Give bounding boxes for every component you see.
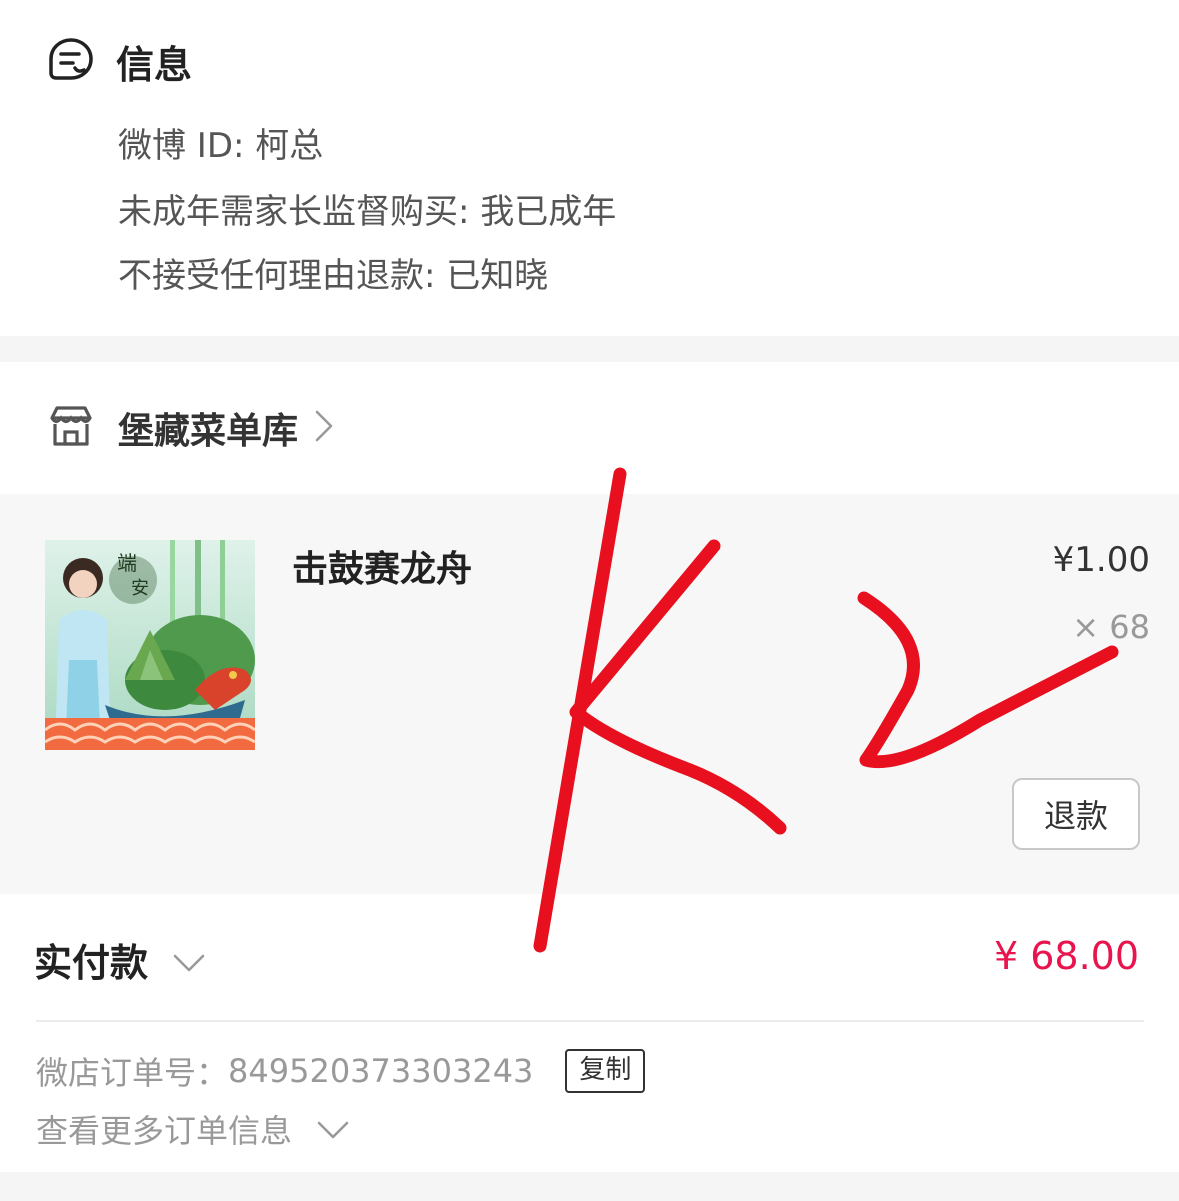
paid-amount-toggle[interactable]: 实付款	[34, 932, 206, 987]
paid-label: 实付款	[34, 941, 149, 985]
message-icon	[48, 37, 94, 87]
svg-text:端: 端	[117, 551, 137, 575]
product-thumbnail[interactable]: 端 安	[45, 540, 255, 750]
product-title[interactable]: 击鼓赛龙舟	[292, 540, 472, 592]
product-price: ¥1.00	[1052, 540, 1150, 580]
more-order-info-toggle[interactable]: 查看更多订单信息	[36, 1106, 350, 1152]
refund-button[interactable]: 退款	[1012, 778, 1140, 850]
info-line-weibo-id: 微博 ID: 柯总	[118, 126, 324, 166]
info-header: 信息	[48, 34, 192, 89]
info-line-minor-consent: 未成年需家长监督购买: 我已成年	[118, 192, 617, 232]
order-number-row: 微店订单号： 849520373303243 复制	[36, 1048, 646, 1094]
copy-button[interactable]: 复制	[565, 1049, 646, 1093]
order-number-value: 849520373303243	[228, 1052, 534, 1090]
product-quantity: × 68	[1072, 608, 1150, 646]
info-title: 信息	[116, 43, 193, 87]
info-card: 信息 微博 ID: 柯总 未成年需家长监督购买: 我已成年 不接受任何理由退款:…	[0, 0, 1179, 336]
svg-text:安: 安	[131, 578, 149, 599]
more-order-info-label: 查看更多订单信息	[36, 1112, 293, 1150]
info-line-no-refund: 不接受任何理由退款: 已知晓	[118, 256, 549, 296]
paid-amount-value: ¥ 68.00	[993, 934, 1139, 978]
chevron-down-icon	[316, 1110, 350, 1148]
order-number-label: 微店订单号：	[36, 1054, 229, 1092]
shop-name: 堡藏菜单库	[118, 411, 299, 452]
chevron-down-icon	[172, 938, 206, 982]
divider	[36, 1020, 1144, 1022]
shop-link[interactable]: 堡藏菜单库	[48, 402, 334, 454]
shop-icon	[48, 404, 94, 452]
chevron-right-icon	[314, 409, 334, 447]
